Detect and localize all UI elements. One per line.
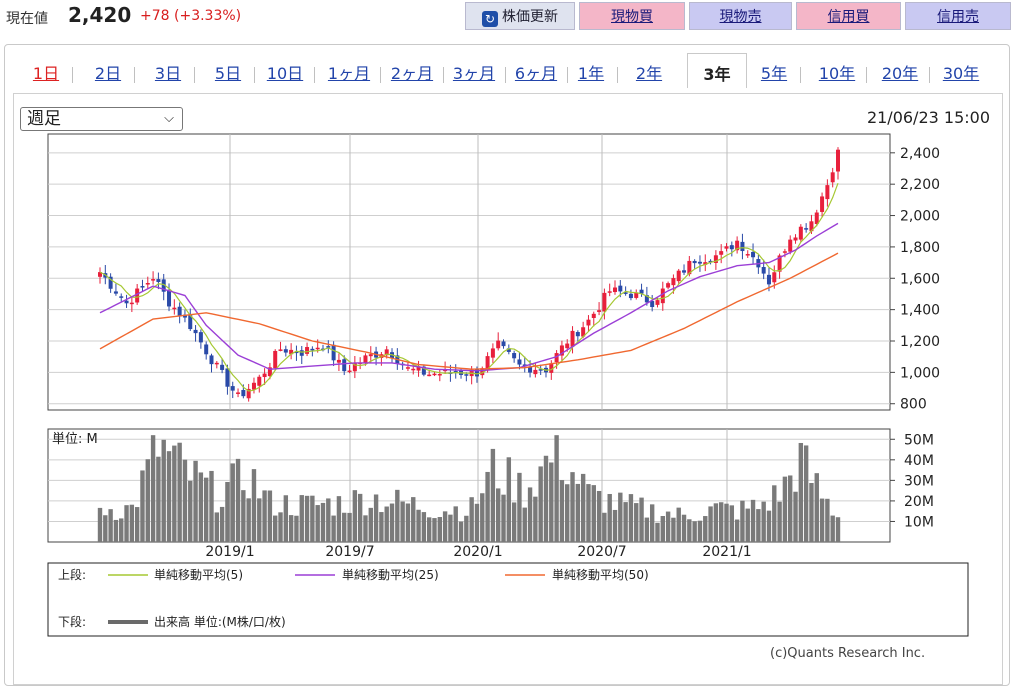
- tab-2y[interactable]: 2年: [626, 59, 672, 91]
- refresh-icon: ↻: [482, 11, 498, 27]
- tab-separator: [314, 67, 315, 83]
- tab-separator: [134, 67, 135, 83]
- copyright: (c)Quants Research Inc.: [770, 646, 926, 661]
- tab-separator: [929, 67, 930, 83]
- current-price-value: 2,420: [68, 3, 132, 27]
- tab-separator: [505, 67, 506, 83]
- tab-20y[interactable]: 20年: [874, 59, 926, 91]
- tab-6m[interactable]: 6ヶ月: [508, 59, 564, 91]
- chart-timestamp: 21/06/23 15:00: [866, 108, 990, 127]
- tab-3m[interactable]: 3ヶ月: [446, 59, 502, 91]
- chevron-down-icon: ⌵: [164, 111, 174, 126]
- tab-1m[interactable]: 1ヶ月: [321, 59, 377, 91]
- chart-frame: [13, 93, 1003, 685]
- tab-1d[interactable]: 1日: [23, 59, 69, 91]
- refresh-price-button[interactable]: ↻ 株価更新: [465, 2, 575, 30]
- tab-30y[interactable]: 30年: [935, 59, 987, 91]
- tab-2d[interactable]: 2日: [85, 59, 131, 91]
- price-change: +78 (+3.33%): [140, 8, 242, 24]
- tab-10y[interactable]: 10年: [811, 59, 863, 91]
- cash-buy-button[interactable]: 現物買: [579, 2, 685, 30]
- margin-sell-button[interactable]: 信用売: [905, 2, 1011, 30]
- interval-select[interactable]: 週足 ⌵: [20, 107, 183, 131]
- tab-separator: [254, 67, 255, 83]
- tab-separator: [800, 67, 801, 83]
- tab-2m[interactable]: 2ヶ月: [384, 59, 440, 91]
- period-tabs: 1日 2日 3日 5日 10日 1ヶ月 2ヶ月 3ヶ月 6ヶ月 1年 2年 3年 5年 10年 20年 30年: [9, 53, 1005, 93]
- chart-panel: 1日 2日 3日 5日 10日 1ヶ月 2ヶ月 3ヶ月 6ヶ月 1年 2年 3年 5年 10年 20年 30年: [4, 44, 1010, 686]
- refresh-price-label: 株価更新: [502, 9, 558, 25]
- current-price-label: 現在値: [6, 11, 48, 27]
- quote-header: 現在値 2,420 +78 (+3.33%) ↻ 株価更新 現物買 現物売 信用買…: [0, 0, 1024, 34]
- tab-separator: [194, 67, 195, 83]
- tab-separator: [380, 67, 381, 83]
- cash-sell-button[interactable]: 現物売: [689, 2, 792, 30]
- tab-3y[interactable]: 3年: [687, 53, 747, 88]
- tab-separator: [866, 67, 867, 83]
- tab-separator: [443, 67, 444, 83]
- margin-buy-button[interactable]: 信用買: [796, 2, 901, 30]
- tab-5y[interactable]: 5年: [751, 59, 797, 91]
- tab-3d[interactable]: 3日: [145, 59, 191, 91]
- tab-separator: [617, 67, 618, 83]
- tab-separator: [72, 67, 73, 83]
- interval-select-value: 週足: [27, 109, 61, 129]
- tab-5d[interactable]: 5日: [205, 59, 251, 91]
- tab-1y[interactable]: 1年: [568, 59, 614, 91]
- tab-10d[interactable]: 10日: [259, 59, 311, 91]
